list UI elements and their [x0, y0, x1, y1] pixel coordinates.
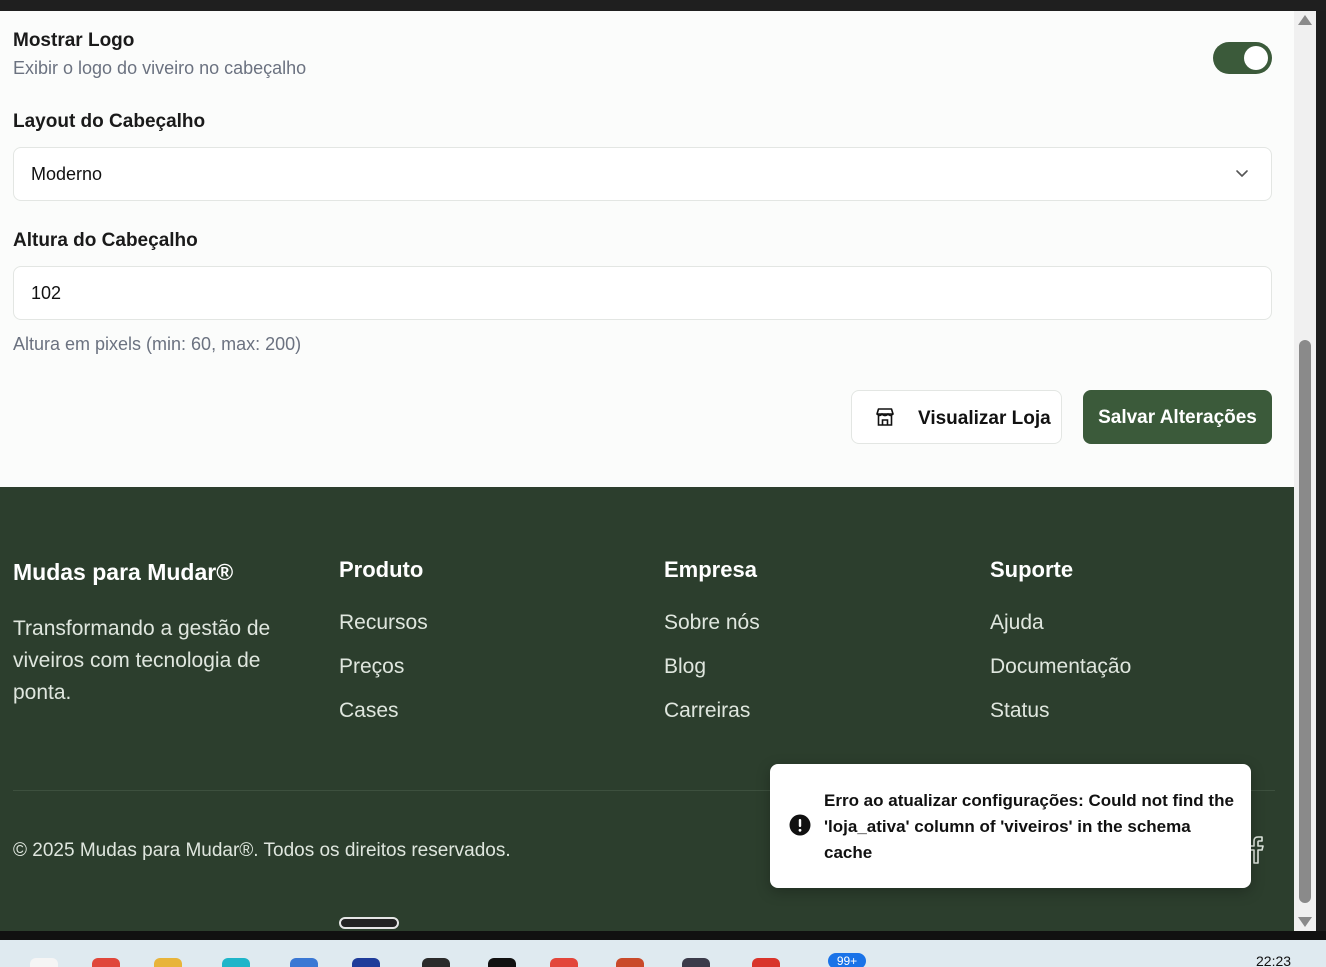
footer-column-title: Suporte [990, 557, 1074, 582]
preview-store-label: Visualizar Loja [918, 408, 1051, 429]
scrollbar-thumb[interactable] [1299, 340, 1311, 903]
store-icon [876, 408, 894, 426]
show-logo-setting: Mostrar Logo Exibir o logo do viveiro no… [13, 30, 1272, 80]
footer-copyright: © 2025 Mudas para Mudar®. Todos os direi… [13, 840, 511, 861]
notification-badge: 99+ [828, 953, 866, 967]
taskbar: 99+ 22:23 [0, 940, 1326, 967]
taskbar-app-icon[interactable] [616, 958, 644, 967]
save-changes-button[interactable]: Salvar Alterações [1083, 390, 1272, 444]
footer-link[interactable]: Cases [339, 699, 639, 743]
header-height-label: Altura do Cabeçalho [13, 230, 198, 251]
taskbar-app-icon[interactable] [422, 958, 450, 967]
taskbar-app-icon[interactable] [222, 958, 250, 967]
error-toast-message: Erro ao atualizar configurações: Could n… [824, 791, 1234, 862]
footer-column-title: Empresa [664, 557, 757, 582]
header-layout-select[interactable]: Moderno [13, 147, 1272, 201]
footer-link[interactable]: Preços [339, 655, 639, 699]
scroll-down-arrow-icon[interactable] [1298, 917, 1312, 927]
taskbar-folder-icon[interactable] [154, 958, 182, 967]
taskbar-app-icon[interactable] [92, 958, 120, 967]
vertical-scrollbar[interactable] [1294, 11, 1316, 931]
footer-column-suporte: Suporte Ajuda Documentação Status [990, 557, 1290, 743]
footer-tagline: Transformando a gestão de viveiros com t… [13, 617, 271, 704]
show-logo-description: Exibir o logo do viveiro no cabeçalho [13, 58, 307, 78]
window-top-bar [0, 0, 1326, 11]
error-toast: Erro ao atualizar configurações: Could n… [770, 764, 1251, 888]
taskbar-app-icon[interactable] [290, 958, 318, 967]
footer-link[interactable]: Carreiras [664, 699, 964, 743]
footer-link[interactable]: Status [990, 699, 1290, 743]
home-indicator [339, 917, 399, 929]
error-icon [789, 814, 811, 836]
header-height-input[interactable] [13, 266, 1272, 320]
taskbar-app-icon[interactable] [352, 958, 380, 967]
footer-column-produto: Produto Recursos Preços Cases [339, 557, 639, 743]
taskbar-clock[interactable]: 22:23 [1256, 953, 1291, 967]
footer-link[interactable]: Recursos [339, 611, 639, 655]
footer-link[interactable]: Ajuda [990, 611, 1290, 655]
scroll-up-arrow-icon[interactable] [1298, 15, 1312, 25]
window-bottom-border [0, 931, 1326, 940]
taskbar-app-icon[interactable] [752, 958, 780, 967]
taskbar-app-icon[interactable] [682, 958, 710, 967]
preview-store-button[interactable]: Visualizar Loja [851, 390, 1062, 444]
footer-column-empresa: Empresa Sobre nós Blog Carreiras [664, 557, 964, 743]
show-logo-toggle[interactable] [1213, 42, 1272, 74]
taskbar-app-icon[interactable] [488, 958, 516, 967]
footer-link[interactable]: Blog [664, 655, 964, 699]
taskbar-app-icon[interactable] [30, 958, 58, 967]
toggle-knob [1244, 46, 1268, 70]
show-logo-title: Mostrar Logo [13, 30, 135, 51]
footer-link[interactable]: Documentação [990, 655, 1290, 699]
header-layout-value: Moderno [31, 164, 103, 184]
footer-brand: Mudas para Mudar® [13, 559, 234, 585]
chevron-down-icon [1236, 170, 1248, 177]
header-layout-label: Layout do Cabeçalho [13, 111, 206, 132]
footer-link[interactable]: Sobre nós [664, 611, 964, 655]
window-edge [1316, 11, 1326, 931]
taskbar-browser-icon[interactable] [550, 958, 578, 967]
header-height-hint: Altura em pixels (min: 60, max: 200) [13, 334, 302, 354]
footer-column-title: Produto [339, 557, 424, 582]
save-changes-label: Salvar Alterações [1098, 407, 1257, 428]
